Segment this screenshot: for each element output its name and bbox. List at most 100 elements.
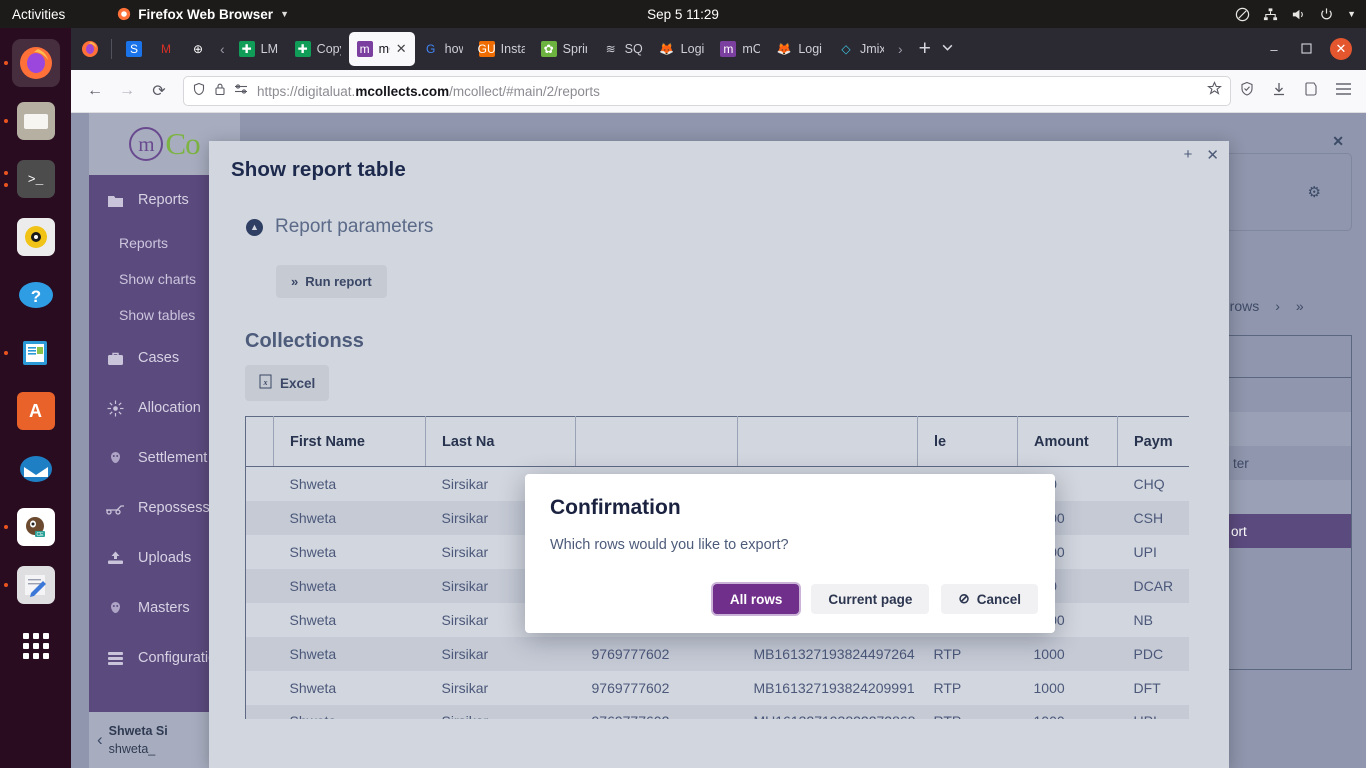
dock-item-text-editor[interactable] bbox=[3, 561, 60, 609]
sidebar-item-label: Allocation bbox=[138, 400, 201, 416]
table-cell bbox=[246, 671, 274, 705]
tracking-protection-icon[interactable] bbox=[1239, 81, 1255, 102]
tab-favicon: ✚ bbox=[238, 41, 255, 57]
browser-tab[interactable]: S bbox=[118, 32, 150, 66]
permissions-icon[interactable] bbox=[234, 82, 249, 100]
maximize-button[interactable] bbox=[1298, 42, 1314, 57]
maximize-dialog-icon[interactable]: + bbox=[1184, 146, 1193, 164]
run-report-label: Run report bbox=[305, 274, 372, 289]
tab-close-icon[interactable]: ✕ bbox=[396, 41, 407, 57]
reload-button[interactable]: ⟳ bbox=[143, 75, 175, 107]
browser-tab[interactable]: ≋ SQL bbox=[595, 32, 651, 66]
back-button[interactable]: ← bbox=[79, 75, 111, 107]
minimize-button[interactable]: – bbox=[1266, 42, 1282, 57]
shield-icon[interactable] bbox=[192, 82, 206, 101]
browser-tab[interactable]: ⊕ bbox=[182, 32, 214, 66]
lock-icon[interactable] bbox=[214, 82, 226, 101]
dock-item-rhythmbox[interactable] bbox=[12, 213, 60, 261]
new-tab-button[interactable]: + bbox=[919, 37, 931, 61]
report-parameters-section[interactable]: ▲ Report parameters bbox=[246, 216, 1229, 238]
bookmark-star-icon[interactable] bbox=[1206, 81, 1223, 101]
excel-export-button[interactable]: x Excel bbox=[245, 365, 330, 401]
browser-tab[interactable]: Ghow bbox=[415, 32, 471, 66]
browser-tab[interactable]: ✿ Sprin bbox=[533, 32, 595, 66]
scroll-tabs-left-icon[interactable]: ‹ bbox=[220, 41, 225, 57]
show-applications-button[interactable] bbox=[12, 622, 60, 670]
browser-tab[interactable]: mmCo bbox=[712, 32, 768, 66]
last-page-icon[interactable]: » bbox=[1296, 298, 1304, 314]
text-editor-icon bbox=[16, 566, 55, 604]
browser-tab[interactable]: ◇ Jmix bbox=[830, 32, 892, 66]
browser-tab[interactable]: M bbox=[150, 32, 182, 66]
table-column-header[interactable]: First Name bbox=[273, 416, 426, 467]
browser-tab[interactable]: ✚ LMF bbox=[231, 32, 287, 66]
table-column-header[interactable] bbox=[245, 416, 274, 467]
tab-favicon: GU bbox=[477, 41, 496, 57]
address-bar[interactable]: https://digitaluat.mcollects.com/mcollec… bbox=[183, 76, 1231, 106]
dock-item-help[interactable]: ? bbox=[12, 271, 60, 319]
masters-icon bbox=[105, 600, 125, 616]
running-indicator bbox=[3, 182, 8, 187]
table-cell bbox=[246, 535, 274, 569]
section-title: Collectionss bbox=[245, 330, 364, 352]
dock-item-files[interactable] bbox=[3, 97, 60, 145]
browser-tab[interactable]: ✚ Copy bbox=[287, 32, 349, 66]
browser-tab[interactable]: 🦊 Logi bbox=[651, 32, 713, 66]
scroll-tabs-right-icon[interactable]: › bbox=[898, 41, 903, 57]
background-export-row[interactable]: ort bbox=[1229, 514, 1351, 548]
dock-item-dbeaver[interactable]: CE bbox=[3, 503, 60, 551]
running-indicator bbox=[3, 61, 8, 65]
all-rows-button[interactable]: All rows bbox=[712, 584, 800, 614]
table-row[interactable]: ShwetaSirsikar9769777602MU16132719382227… bbox=[245, 704, 1189, 719]
firefox-account-icon[interactable] bbox=[75, 39, 105, 59]
cancel-button[interactable]: ⊘ Cancel bbox=[941, 584, 1038, 614]
firefox-window: SM⊕‹✚LMF✚CopymmC✕GhowGUInsta✿Sprin≋SQL🦊L… bbox=[71, 28, 1366, 768]
dock-item-libreoffice-writer[interactable] bbox=[3, 329, 60, 377]
system-status-area[interactable]: ▼ bbox=[1235, 7, 1356, 22]
tab-label: Sprin bbox=[562, 42, 587, 56]
dock-item-software-center[interactable]: A bbox=[12, 387, 60, 435]
dock-item-firefox[interactable] bbox=[3, 39, 60, 87]
close-dialog-icon[interactable]: ✕ bbox=[1206, 146, 1219, 164]
table-column-header[interactable] bbox=[575, 416, 738, 467]
tab-label: Logi bbox=[680, 42, 705, 56]
hamburger-menu-icon[interactable] bbox=[1335, 82, 1352, 101]
table-cell: UPI bbox=[1133, 543, 1157, 560]
tab-favicon: m bbox=[720, 41, 737, 57]
table-column-header[interactable]: Paym bbox=[1117, 416, 1189, 467]
clock[interactable]: Sep 5 11:29 bbox=[0, 7, 1366, 22]
forward-button[interactable]: → bbox=[111, 75, 143, 107]
dock-item-terminal[interactable]: >_ bbox=[3, 155, 60, 203]
next-page-icon[interactable]: › bbox=[1275, 298, 1280, 314]
save-to-pocket-icon[interactable] bbox=[1303, 81, 1319, 102]
table-cell: PDC bbox=[1117, 636, 1189, 671]
table-row: ter bbox=[1229, 446, 1351, 480]
table-column-header[interactable]: le bbox=[917, 416, 1018, 467]
run-report-button[interactable]: » Run report bbox=[276, 265, 387, 298]
table-column-header[interactable] bbox=[737, 416, 918, 467]
firefox-icon bbox=[17, 44, 55, 82]
collapse-sidebar-icon[interactable]: ‹ bbox=[97, 730, 103, 750]
sidebar-item-label: Cases bbox=[138, 350, 180, 366]
dock-item-thunderbird[interactable] bbox=[12, 445, 60, 493]
chevron-up-icon[interactable]: ▲ bbox=[246, 218, 263, 236]
table-row[interactable]: Shweta Sirsikar 9769777602 MB16132719382420… bbox=[246, 671, 1190, 705]
list-all-tabs-button[interactable] bbox=[941, 41, 954, 57]
table-cell: CSH bbox=[1117, 500, 1189, 535]
close-button[interactable]: ✕ bbox=[1330, 38, 1352, 60]
browser-tab[interactable]: GU Insta bbox=[471, 32, 533, 66]
table-cell: Shweta bbox=[289, 679, 337, 696]
current-page-button[interactable]: Current page bbox=[811, 584, 930, 614]
background-close-icon[interactable]: ✕ bbox=[1332, 133, 1344, 150]
browser-tab[interactable]: mmC ✕ bbox=[348, 32, 415, 66]
table-column-header[interactable]: Last Na bbox=[425, 416, 576, 467]
table-row[interactable]: Shweta Sirsikar 9769777602 MB16132719382449… bbox=[245, 636, 1189, 671]
tab-favicon: S bbox=[126, 41, 142, 57]
downloads-icon[interactable] bbox=[1271, 81, 1287, 102]
table-column-header[interactable]: Amount bbox=[1017, 416, 1118, 467]
browser-tab[interactable]: 🦊 Logi bbox=[768, 32, 830, 66]
sidebar-item-label: Show charts bbox=[119, 271, 197, 287]
gear-icon[interactable]: ⚙ bbox=[1308, 183, 1321, 201]
tab-label: Copy bbox=[316, 42, 341, 56]
logo-mark: m bbox=[129, 127, 164, 161]
